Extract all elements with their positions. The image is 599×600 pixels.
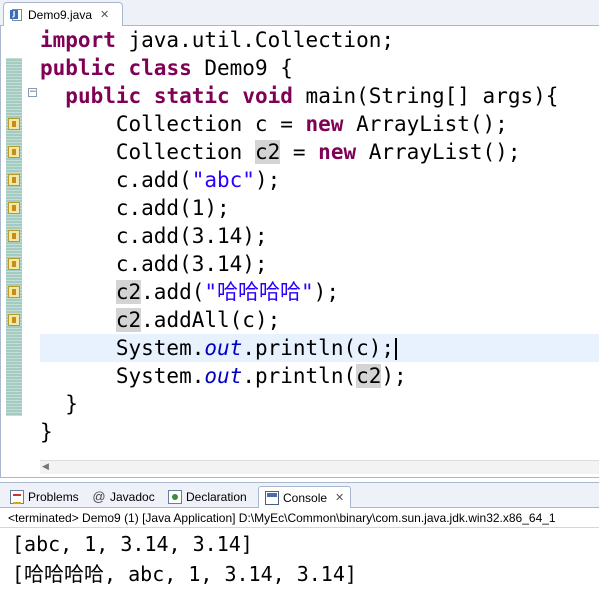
warning-marker-icon[interactable] (8, 146, 20, 158)
console-icon (265, 490, 279, 505)
code-line-5: Collection c2 = new ArrayList(); (40, 140, 521, 164)
javadoc-icon: @ (92, 489, 106, 504)
bottom-views-panel: Problems @ Javadoc Declaration Console ✕… (0, 482, 599, 600)
code-line-6: c.add("abc"); (40, 168, 281, 192)
code-line-14: } (40, 392, 78, 416)
code-line-13: System.out.println(c2); (40, 364, 407, 388)
editor-tab-label: Demo9.java (28, 7, 93, 22)
editor-tab-bar: J Demo9.java ✕ (0, 0, 599, 26)
warning-marker-icon[interactable] (8, 258, 20, 270)
declaration-icon (168, 490, 182, 504)
code-line-9: c.add(3.14); (40, 252, 268, 276)
code-line-8: c.add(3.14); (40, 224, 268, 248)
close-icon[interactable]: ✕ (335, 491, 344, 504)
console-output-line: [哈哈哈哈, abc, 1, 3.14, 3.14] (12, 562, 357, 586)
code-line-10: c2.add("哈哈哈哈"); (115, 280, 339, 304)
code-line-7: c.add(1); (40, 196, 230, 220)
code-line-3: public static void main(String[] args){ (65, 84, 559, 108)
warning-marker-icon[interactable] (8, 230, 20, 242)
problems-icon (10, 490, 24, 504)
warning-marker-icon[interactable] (8, 314, 20, 326)
console-output-line: [abc, 1, 3.14, 3.14] (12, 532, 253, 556)
warning-marker-icon[interactable] (8, 174, 20, 186)
warning-marker-icon[interactable] (8, 202, 20, 214)
code-editor: J Demo9.java ✕ − import java.util.Collec… (0, 0, 599, 478)
code-line-11: c2.addAll(c); (115, 308, 281, 332)
fold-collapse-icon[interactable]: − (28, 88, 37, 97)
horizontal-scrollbar[interactable]: ◀ (40, 460, 599, 474)
warning-marker-icon[interactable] (8, 286, 20, 298)
tab-problems[interactable]: Problems (4, 486, 85, 508)
java-file-icon: J (10, 8, 24, 22)
tab-javadoc[interactable]: @ Javadoc (86, 486, 161, 508)
editor-tab-demo9[interactable]: J Demo9.java ✕ (3, 2, 123, 26)
code-line-12-current: System.out.println(c); (40, 334, 599, 362)
code-line-2: public class Demo9 { (40, 56, 293, 80)
console-status-line: <terminated> Demo9 (1) [Java Application… (0, 508, 599, 528)
scroll-left-icon[interactable]: ◀ (42, 462, 49, 472)
code-line-4: Collection c = new ArrayList(); (40, 112, 508, 136)
text-caret (395, 338, 398, 360)
code-line-15: } (40, 420, 53, 444)
warning-marker-icon[interactable] (8, 118, 20, 130)
tab-console[interactable]: Console ✕ (258, 486, 352, 508)
tab-declaration[interactable]: Declaration (162, 486, 253, 508)
views-tab-bar: Problems @ Javadoc Declaration Console ✕ (0, 482, 599, 508)
code-line-1: import java.util.Collection; (40, 28, 395, 52)
close-icon[interactable]: ✕ (100, 8, 109, 21)
